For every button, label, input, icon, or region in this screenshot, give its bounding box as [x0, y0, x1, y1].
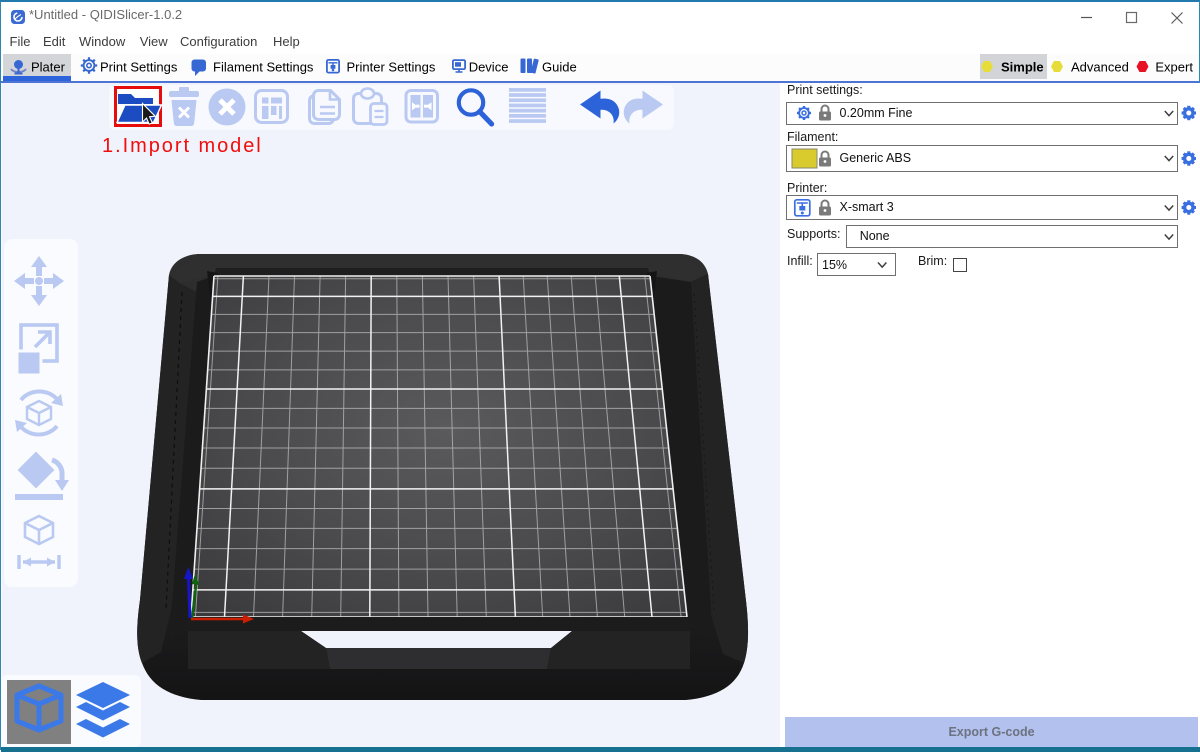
svg-text:Printer Settings: Printer Settings: [347, 60, 436, 75]
svg-text:Plater: Plater: [31, 60, 66, 75]
svg-text:Guide: Guide: [542, 60, 577, 75]
svg-text:Print Settings: Print Settings: [100, 60, 178, 75]
svg-text:Advanced: Advanced: [1071, 60, 1129, 75]
svg-text:Simple: Simple: [1001, 60, 1044, 75]
svg-text:Device: Device: [469, 60, 509, 75]
svg-text:Expert: Expert: [1155, 60, 1193, 75]
svg-text:Filament Settings: Filament Settings: [213, 60, 314, 75]
